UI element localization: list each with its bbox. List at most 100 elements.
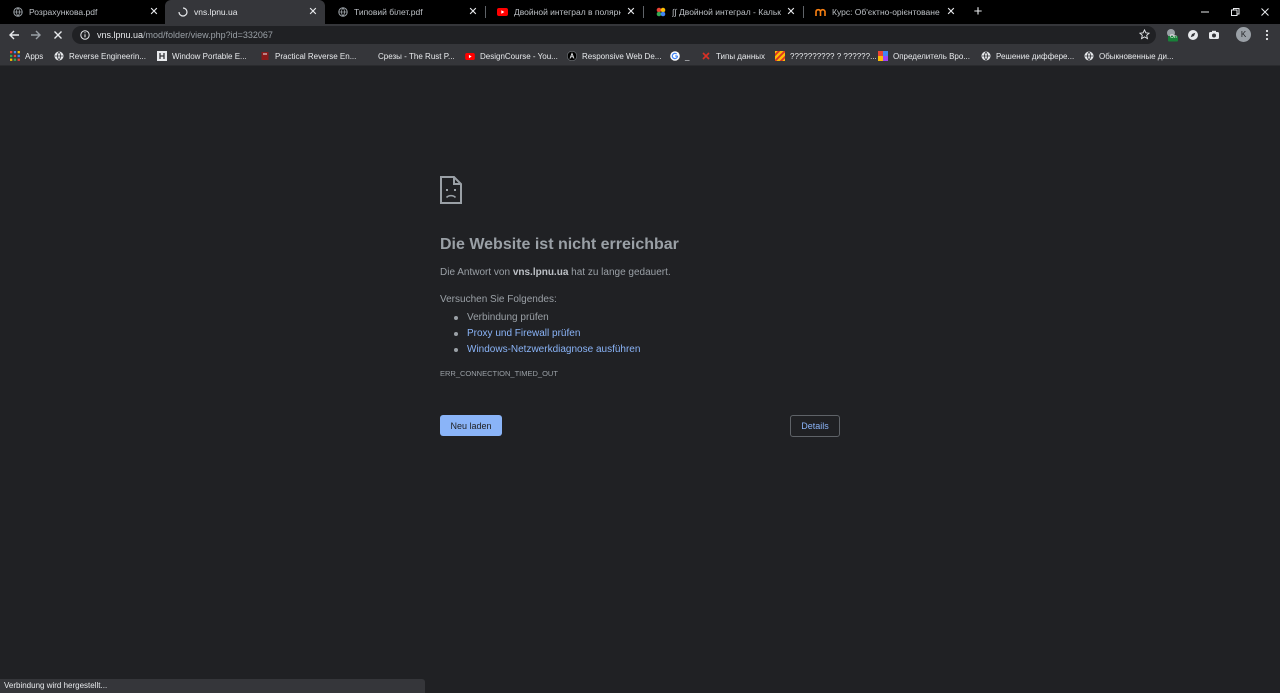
new-tab-button[interactable]: + — [969, 3, 987, 21]
bookmark-label: ?????????? ? ??????... — [790, 51, 877, 61]
info-icon — [80, 30, 90, 40]
globe-icon — [1084, 51, 1094, 61]
tab-oop-course[interactable]: Курс: Об'єктно-орієнтоване про ✕ — [803, 0, 963, 24]
moodle-icon — [815, 7, 826, 18]
bookmark-wronskian[interactable]: Определитель Вро... — [878, 49, 970, 63]
forward-button[interactable] — [28, 27, 44, 43]
tab-rozrakhunkova[interactable]: Розрахункова.pdf ✕ — [0, 0, 166, 24]
status-bubble: Verbindung wird hergestellt... — [0, 679, 425, 693]
calculator-icon — [655, 7, 666, 18]
youtube-icon — [497, 7, 508, 18]
stop-loading-button[interactable] — [50, 27, 66, 43]
bookmark-ordinary-diff[interactable]: Обыкновенные ди... — [1084, 49, 1174, 63]
bookmark-unknown[interactable]: ?????????? ? ??????... — [775, 49, 877, 63]
compass-icon — [1188, 30, 1198, 40]
bookmark-reverse-engineering[interactable]: Reverse Engineerin... — [54, 49, 146, 63]
a-logo-icon — [567, 51, 577, 61]
restore-icon — [1231, 8, 1240, 16]
kebab-menu-icon — [1265, 29, 1269, 41]
bookmark-label: DesignCourse - You... — [480, 51, 558, 61]
bookmark-label: _ — [685, 51, 690, 61]
loading-spinner-icon — [177, 7, 188, 18]
close-icon — [1261, 8, 1269, 16]
arrow-left-icon — [9, 30, 19, 40]
sad-document-icon — [440, 176, 462, 204]
bookmark-label: Типы данных — [716, 51, 766, 61]
error-message-prefix: Die Antwort von — [440, 267, 513, 278]
camera-extension-button[interactable] — [1207, 28, 1221, 42]
error-message-host: vns.lpnu.ua — [512, 267, 569, 278]
bookmark-responsive-web[interactable]: Responsive Web De... — [567, 49, 661, 63]
bookmark-label: Решение диффере... — [996, 51, 1075, 61]
minimize-window-button[interactable] — [1190, 0, 1220, 24]
close-window-button[interactable] — [1250, 0, 1280, 24]
bookmark-google[interactable]: _ — [670, 49, 689, 63]
bookmark-window-portable[interactable]: Window Portable E... — [157, 49, 247, 63]
tab-close-icon[interactable]: ✕ — [625, 6, 637, 18]
bookmark-label: Срезы - The Rust P... — [378, 51, 455, 61]
bookmark-label: Responsive Web De... — [582, 51, 662, 61]
tab-youtube-double-integral[interactable]: Двойной интеграл в полярных ✕ — [485, 0, 643, 24]
tab-label: Двойной интеграл в полярных — [514, 7, 621, 17]
tab-vns-lpnu[interactable]: vns.lpnu.ua ✕ — [165, 0, 325, 24]
bookmarks-bar: Apps Reverse Engineerin... Window Portab… — [0, 46, 1280, 66]
tab-typovyi-bilet[interactable]: Типовий білет.pdf ✕ — [325, 0, 485, 24]
error-code: ERR_CONNECTION_TIMED_OUT — [440, 369, 558, 378]
stripes-icon — [775, 51, 785, 61]
address-bar[interactable]: vns.lpnu.ua/mod/folder/view.php?id=33206… — [72, 26, 1156, 44]
star-icon[interactable] — [1139, 29, 1150, 40]
details-button[interactable]: Details — [790, 415, 840, 437]
camera-icon — [1209, 30, 1219, 39]
tab-label: vns.lpnu.ua — [194, 7, 238, 17]
tab-calculator[interactable]: ∫∫ Двойной интеграл - Калькуля ✕ — [643, 0, 803, 24]
bookmark-practical-reverse[interactable]: Practical Reverse En... — [260, 49, 356, 63]
suggestions-heading: Versuchen Sie Folgendes: — [440, 294, 557, 305]
suggestion-check-connection: Verbindung prüfen — [454, 310, 640, 326]
bookmark-rust-slices[interactable]: Срезы - The Rust P... — [378, 49, 455, 63]
tab-close-icon[interactable]: ✕ — [945, 6, 957, 18]
suggestions-list: Verbindung prüfen Proxy und Firewall prü… — [454, 310, 640, 358]
suggestion-network-diagnostics-link[interactable]: Windows-Netzwerkdiagnose ausführen — [454, 342, 640, 358]
arrow-right-icon — [31, 30, 41, 40]
suggestion-check-proxy-link[interactable]: Proxy und Firewall prüfen — [454, 326, 640, 342]
url-path: /mod/folder/view.php?id=332067 — [143, 30, 273, 40]
tab-label: Розрахункова.pdf — [29, 7, 98, 17]
colorful-logo-icon — [878, 51, 888, 61]
globe-icon — [12, 7, 23, 18]
book-icon — [260, 51, 270, 61]
extension-badge: On — [1170, 34, 1177, 40]
bookmark-apps[interactable]: Apps — [10, 49, 43, 63]
google-icon — [670, 51, 680, 61]
h-logo-icon — [157, 51, 167, 61]
restore-window-button[interactable] — [1220, 0, 1250, 24]
browser-menu-button[interactable] — [1260, 28, 1274, 42]
bookmark-designcourse[interactable]: DesignCourse - You... — [465, 49, 558, 63]
tab-strip: Розрахункова.pdf ✕ vns.lpnu.ua ✕ Типовий… — [0, 0, 1280, 24]
error-message: Die Antwort von vns.lpnu.ua hat zu lange… — [440, 267, 671, 278]
bookmark-diff-equations[interactable]: Решение диффере... — [981, 49, 1074, 63]
bookmark-label: Определитель Вро... — [893, 51, 970, 61]
bookmark-label: Apps — [25, 51, 44, 61]
back-button[interactable] — [6, 27, 22, 43]
close-icon — [54, 31, 62, 39]
url-host: vns.lpnu.ua — [97, 30, 144, 40]
bookmark-data-types[interactable]: Типы данных — [701, 49, 765, 63]
tab-label: Курс: Об'єктно-орієнтоване про — [832, 7, 941, 17]
tab-close-icon[interactable]: ✕ — [307, 6, 319, 18]
extension-button[interactable] — [1186, 28, 1200, 42]
tab-close-icon[interactable]: ✕ — [148, 6, 160, 18]
apps-grid-icon — [10, 51, 20, 61]
browser-toolbar: vns.lpnu.ua/mod/folder/view.php?id=33206… — [0, 24, 1280, 46]
tab-close-icon[interactable]: ✕ — [467, 6, 479, 18]
x-logo-icon — [701, 51, 711, 61]
tab-close-icon[interactable]: ✕ — [785, 6, 797, 18]
extension-on-button[interactable]: On — [1165, 28, 1179, 42]
globe-icon — [981, 51, 991, 61]
tab-label: Типовий білет.pdf — [354, 7, 423, 17]
page-title: Die Website ist nicht erreichbar — [440, 236, 679, 253]
profile-avatar[interactable]: K — [1236, 27, 1251, 42]
reload-button[interactable]: Neu laden — [440, 415, 502, 436]
error-message-suffix: hat zu lange gedauert. — [568, 267, 671, 278]
youtube-icon — [465, 51, 475, 61]
profile-initial: K — [1240, 30, 1247, 39]
